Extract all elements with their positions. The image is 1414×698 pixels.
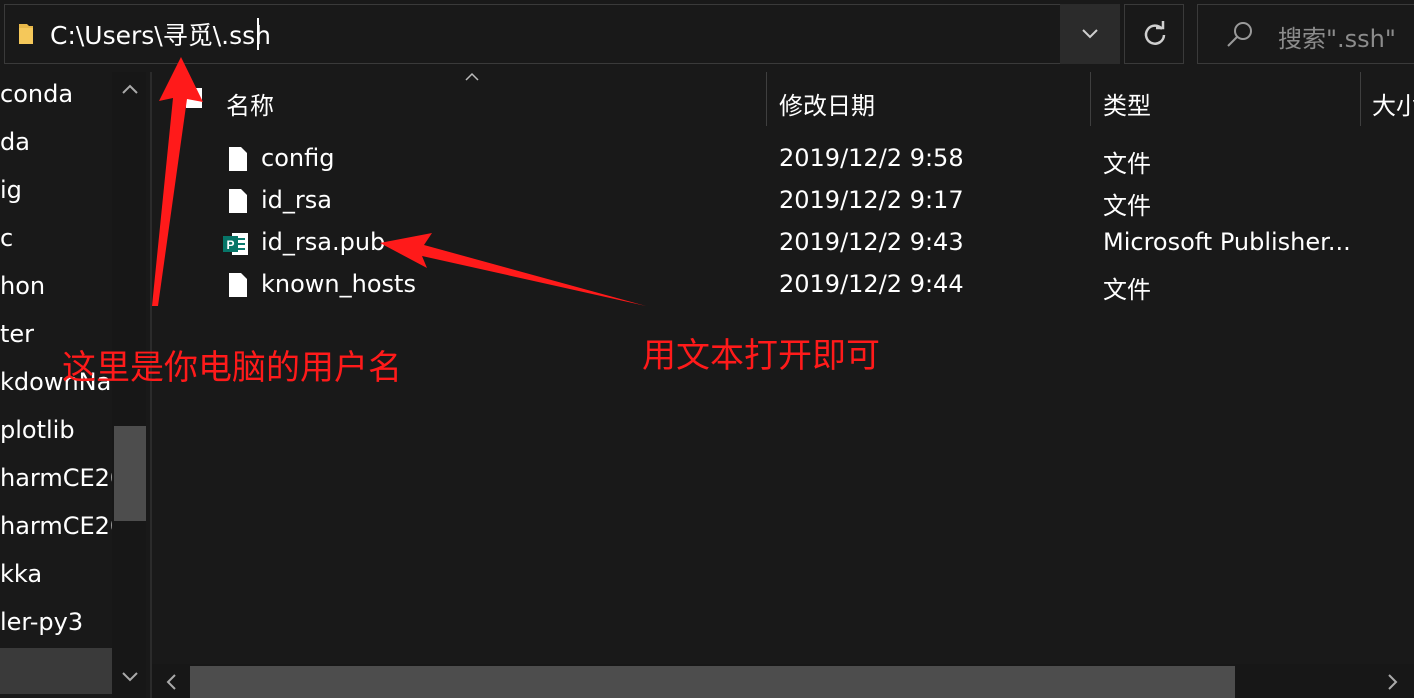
file-type: 文件 bbox=[1103, 150, 1151, 178]
scroll-up-icon[interactable] bbox=[122, 84, 138, 94]
file-name[interactable]: config bbox=[261, 144, 334, 172]
nav-item[interactable]: ig bbox=[0, 176, 22, 204]
file-row[interactable]: config 2019/12/2 9:58 文件 bbox=[152, 140, 1414, 182]
nav-scroll-thumb[interactable] bbox=[114, 426, 146, 521]
scroll-left-icon[interactable] bbox=[166, 674, 176, 690]
column-type[interactable]: 类型 bbox=[1103, 86, 1151, 121]
search-icon bbox=[1227, 22, 1252, 47]
file-row[interactable]: id_rsa 2019/12/2 9:17 文件 bbox=[152, 182, 1414, 224]
nav-selected-item[interactable] bbox=[0, 648, 112, 694]
refresh-button[interactable] bbox=[1124, 4, 1184, 64]
column-name[interactable]: 名称 bbox=[226, 86, 274, 121]
file-date: 2019/12/2 9:17 bbox=[779, 186, 964, 214]
sort-ascending-icon bbox=[465, 72, 479, 81]
select-all-checkbox[interactable] bbox=[186, 88, 202, 108]
file-type: 文件 bbox=[1103, 192, 1151, 220]
column-divider[interactable] bbox=[1090, 72, 1091, 126]
nav-item[interactable]: conda bbox=[0, 80, 73, 108]
file-icon bbox=[229, 273, 247, 297]
nav-item[interactable]: ter bbox=[0, 320, 34, 348]
nav-item[interactable]: harmCE20 bbox=[0, 512, 125, 540]
search-box[interactable]: 搜索".ssh" bbox=[1197, 4, 1414, 64]
refresh-icon bbox=[1144, 21, 1166, 45]
publisher-icon: P bbox=[223, 233, 248, 255]
file-type: 文件 bbox=[1103, 276, 1151, 304]
nav-item[interactable]: da bbox=[0, 128, 30, 156]
file-row[interactable]: P id_rsa.pub 2019/12/2 9:43 Microsoft Pu… bbox=[152, 224, 1414, 266]
nav-item[interactable]: ler-py3 bbox=[0, 608, 83, 636]
column-divider[interactable] bbox=[1360, 72, 1361, 126]
file-date: 2019/12/2 9:43 bbox=[779, 228, 964, 256]
file-name[interactable]: id_rsa.pub bbox=[261, 228, 385, 256]
horizontal-scroll-thumb[interactable] bbox=[190, 666, 1235, 698]
file-name[interactable]: known_hosts bbox=[261, 270, 416, 298]
file-icon bbox=[229, 189, 247, 213]
file-name[interactable]: id_rsa bbox=[261, 186, 332, 214]
open-with-text-annotation: 用文本打开即可 bbox=[642, 336, 880, 376]
address-path[interactable]: C:\Users\寻觅\.ssh bbox=[50, 16, 271, 52]
file-row[interactable]: known_hosts 2019/12/2 9:44 文件 bbox=[152, 266, 1414, 308]
nav-item[interactable]: hon bbox=[0, 272, 45, 300]
file-date: 2019/12/2 9:58 bbox=[779, 144, 964, 172]
nav-item[interactable]: kka bbox=[0, 560, 42, 588]
column-date[interactable]: 修改日期 bbox=[779, 86, 875, 121]
column-divider[interactable] bbox=[766, 72, 767, 126]
scroll-right-icon[interactable] bbox=[1388, 674, 1398, 690]
address-dropdown-button[interactable] bbox=[1060, 4, 1120, 64]
file-date: 2019/12/2 9:44 bbox=[779, 270, 964, 298]
text-caret bbox=[257, 18, 259, 50]
username-annotation: 这里是你电脑的用户名 bbox=[62, 348, 402, 388]
nav-item[interactable]: c bbox=[0, 224, 13, 252]
column-size[interactable]: 大小 bbox=[1372, 86, 1414, 121]
file-icon bbox=[229, 147, 247, 171]
scroll-down-icon[interactable] bbox=[122, 672, 138, 682]
search-input[interactable]: 搜索".ssh" bbox=[1278, 19, 1396, 54]
file-type: Microsoft Publisher... bbox=[1103, 228, 1351, 256]
folder-icon bbox=[19, 24, 33, 44]
nav-item[interactable]: plotlib bbox=[0, 416, 75, 444]
chevron-down-icon bbox=[1082, 29, 1098, 39]
nav-item[interactable]: harmCE20 bbox=[0, 464, 125, 492]
svg-text:P: P bbox=[226, 238, 234, 252]
